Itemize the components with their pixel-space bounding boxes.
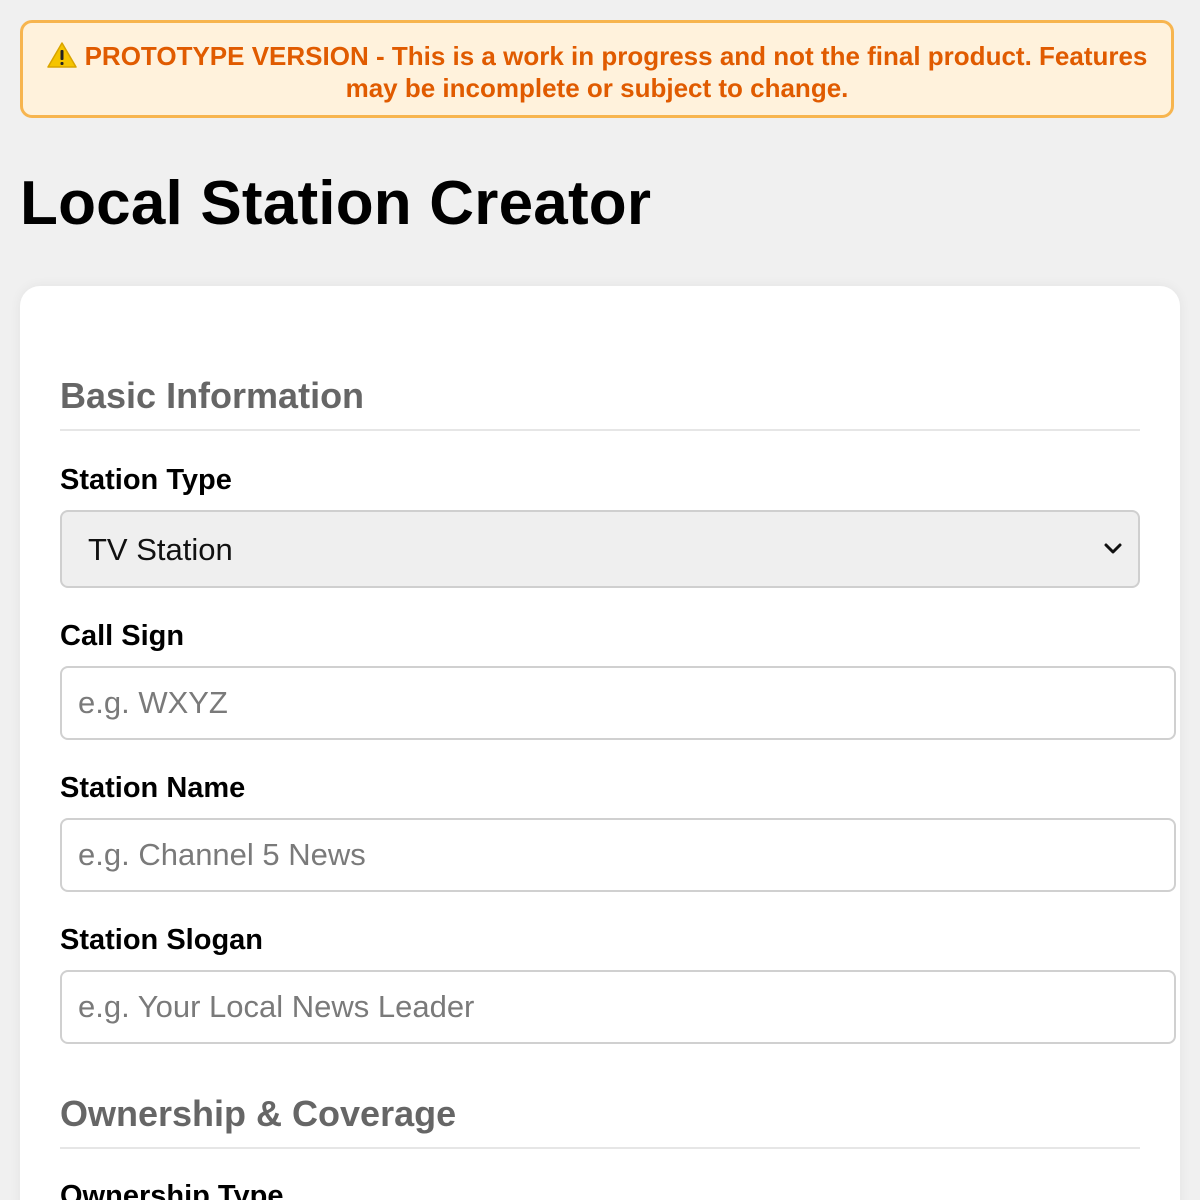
call-sign-input[interactable]: [60, 666, 1176, 740]
call-sign-label: Call Sign: [60, 620, 185, 652]
banner-text: PROTOTYPE VERSION - This is a work in pr…: [84, 41, 1148, 103]
ownership-type-label: Ownership Type: [60, 1180, 284, 1200]
section-heading-basic-information: Basic Information: [60, 375, 365, 416]
section-heading-ownership-coverage: Ownership & Coverage: [60, 1093, 457, 1134]
station-slogan-label: Station Slogan: [60, 924, 263, 956]
page-title: Local Station Creator: [20, 169, 652, 238]
warning-icon: [46, 42, 77, 68]
section-divider: [60, 429, 1140, 431]
station-name-input[interactable]: [60, 818, 1176, 892]
page: PROTOTYPE VERSION - This is a work in pr…: [0, 0, 1200, 1200]
chevron-down-icon: [1104, 543, 1122, 554]
station-name-label: Station Name: [60, 772, 246, 804]
station-form-card: Basic Information Station Type TV Statio…: [20, 286, 1180, 1200]
station-type-selected-value: TV Station: [88, 532, 233, 567]
station-type-label: Station Type: [60, 464, 232, 496]
section-divider: [60, 1147, 1140, 1149]
station-slogan-input[interactable]: [60, 970, 1176, 1044]
prototype-warning-banner: PROTOTYPE VERSION - This is a work in pr…: [20, 20, 1174, 118]
station-type-select[interactable]: TV Station: [60, 510, 1140, 588]
